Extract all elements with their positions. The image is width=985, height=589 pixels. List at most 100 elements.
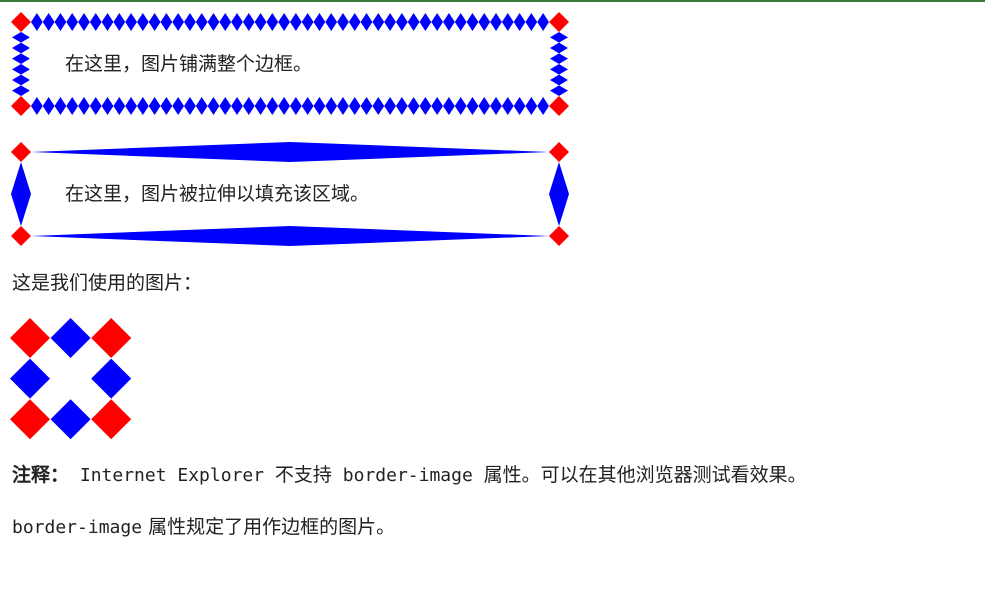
tile-diamond bbox=[550, 32, 568, 43]
corner-diamond bbox=[549, 226, 569, 246]
tile-diamond bbox=[348, 97, 361, 115]
tile-diamond bbox=[101, 13, 114, 31]
tile-diamond bbox=[12, 53, 30, 64]
tile-diamond bbox=[195, 13, 208, 31]
tile-diamond bbox=[12, 42, 30, 54]
tile-diamond bbox=[242, 13, 255, 31]
tile-diamond bbox=[384, 13, 396, 31]
tile-diamond bbox=[360, 13, 373, 31]
tile-diamond bbox=[313, 97, 326, 115]
tile-diamond bbox=[54, 13, 67, 31]
tile-diamond bbox=[290, 97, 302, 115]
tile-diamond bbox=[101, 97, 114, 115]
sample-edge-diamond bbox=[50, 318, 91, 358]
tile-diamond bbox=[219, 13, 232, 31]
tile-diamond bbox=[466, 97, 479, 115]
tile-diamond bbox=[395, 97, 408, 115]
corner-diamond bbox=[11, 226, 31, 246]
tile-diamond bbox=[89, 97, 102, 115]
tile-diamond bbox=[184, 13, 196, 31]
round-demo-text: 在这里，图片铺满整个边框。 bbox=[65, 53, 313, 75]
tile-diamond bbox=[395, 13, 408, 31]
tile-diamond bbox=[12, 85, 30, 96]
tile-diamond bbox=[172, 13, 185, 31]
tile-diamond bbox=[125, 97, 137, 115]
tile-diamond bbox=[12, 32, 30, 43]
tile-diamond bbox=[478, 13, 491, 31]
tile-diamond bbox=[31, 97, 43, 115]
note-property: border-image bbox=[331, 465, 484, 486]
tile-diamond bbox=[254, 97, 267, 115]
tile-diamond bbox=[89, 13, 102, 31]
tile-diamond bbox=[490, 13, 502, 31]
tile-diamond bbox=[513, 97, 526, 115]
tile-diamond bbox=[550, 64, 568, 75]
tile-diamond bbox=[466, 13, 479, 31]
tile-diamond bbox=[525, 13, 538, 31]
tile-diamond bbox=[537, 97, 549, 115]
tile-diamond bbox=[12, 74, 30, 86]
tile-diamond bbox=[419, 13, 432, 31]
tile-diamond bbox=[54, 97, 67, 115]
corner-diamond bbox=[549, 142, 569, 162]
stretched-diamond bbox=[11, 162, 31, 226]
tile-diamond bbox=[443, 97, 455, 115]
tile-diamond bbox=[278, 13, 290, 31]
description-text: 属性规定了用作边框的图片。 bbox=[142, 516, 396, 538]
tile-diamond bbox=[550, 42, 568, 54]
tile-diamond bbox=[12, 64, 30, 75]
tile-diamond bbox=[501, 13, 514, 31]
tile-diamond bbox=[550, 74, 568, 86]
tile-diamond bbox=[113, 13, 126, 31]
tile-diamond bbox=[78, 13, 90, 31]
border-source-image bbox=[10, 318, 132, 440]
tile-diamond bbox=[231, 13, 243, 31]
tile-diamond bbox=[325, 13, 338, 31]
tile-diamond bbox=[513, 13, 526, 31]
tile-diamond bbox=[431, 13, 444, 31]
tile-diamond bbox=[337, 13, 349, 31]
tile-diamond bbox=[431, 97, 444, 115]
sample-corner-diamond bbox=[91, 318, 132, 358]
tile-diamond bbox=[372, 13, 385, 31]
tile-diamond bbox=[290, 13, 302, 31]
round-border-demo: 在这里，图片铺满整个边框。 bbox=[11, 12, 569, 116]
tile-diamond bbox=[207, 13, 220, 31]
tile-diamond bbox=[337, 97, 349, 115]
stretched-diamond bbox=[549, 162, 569, 226]
stretch-demo-text: 在这里，图片被拉伸以填充该区域。 bbox=[65, 183, 370, 205]
note-unsupported: 不支持 bbox=[274, 464, 332, 486]
tile-diamond bbox=[360, 97, 373, 115]
tile-diamond bbox=[313, 13, 326, 31]
tile-diamond bbox=[348, 13, 361, 31]
tile-diamond bbox=[278, 97, 290, 115]
sample-corner-diamond bbox=[10, 318, 50, 358]
tile-diamond bbox=[66, 97, 79, 115]
image-caption: 这是我们使用的图片： bbox=[12, 272, 203, 294]
tile-diamond bbox=[266, 97, 279, 115]
tile-diamond bbox=[384, 97, 396, 115]
sample-edge-diamond bbox=[50, 399, 91, 440]
sample-corner-diamond bbox=[91, 399, 132, 440]
tile-diamond bbox=[136, 13, 149, 31]
stretched-diamond bbox=[31, 142, 549, 162]
tile-diamond bbox=[407, 97, 420, 115]
tile-diamond bbox=[148, 97, 161, 115]
tile-diamond bbox=[78, 97, 90, 115]
stretch-border-demo: 在这里，图片被拉伸以填充该区域。 bbox=[11, 142, 569, 246]
sample-corner-diamond bbox=[10, 399, 50, 440]
tile-diamond bbox=[42, 97, 55, 115]
tile-diamond bbox=[148, 13, 161, 31]
note-paragraph: 注释： Internet Explorer 不支持 border-image 属… bbox=[12, 462, 807, 489]
tile-diamond bbox=[550, 85, 568, 96]
tile-diamond bbox=[454, 13, 467, 31]
tile-diamond bbox=[113, 97, 126, 115]
corner-diamond bbox=[549, 96, 569, 116]
tile-diamond bbox=[231, 97, 243, 115]
tile-diamond bbox=[501, 97, 514, 115]
sample-edge-diamond bbox=[10, 358, 50, 399]
tile-diamond bbox=[550, 53, 568, 64]
tile-diamond bbox=[125, 13, 137, 31]
tile-diamond bbox=[525, 97, 538, 115]
tile-diamond bbox=[490, 97, 502, 115]
